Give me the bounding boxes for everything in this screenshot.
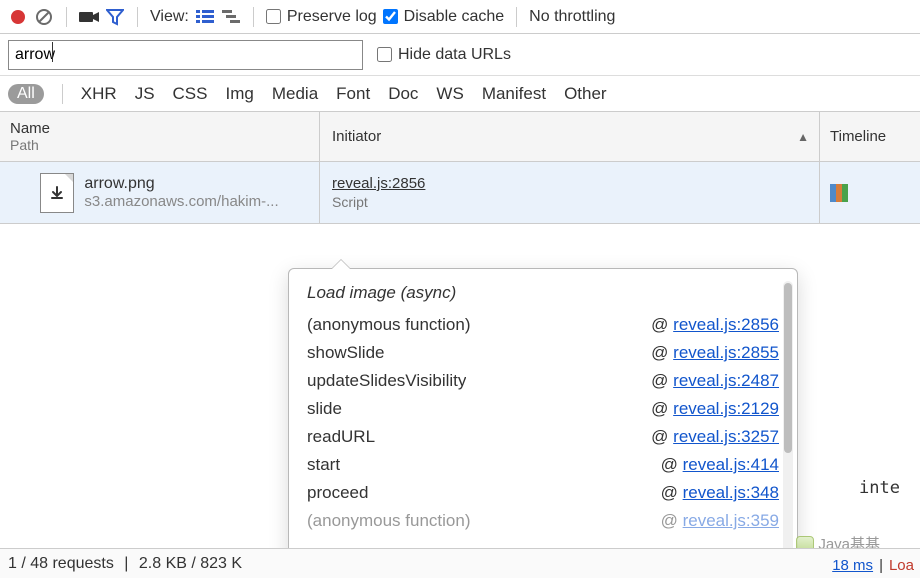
clear-icon[interactable]	[34, 7, 54, 27]
separator	[253, 7, 254, 27]
status-separator: |	[879, 557, 883, 574]
type-filter-img[interactable]: Img	[226, 84, 254, 104]
disable-cache-label: Disable cache	[404, 8, 505, 26]
view-label: View:	[150, 8, 189, 26]
file-type-icon	[40, 173, 74, 213]
scrollbar[interactable]	[783, 281, 793, 565]
stack-link[interactable]: reveal.js:2855	[673, 343, 779, 362]
stack-link[interactable]: reveal.js:2487	[673, 371, 779, 390]
throttling-select[interactable]: No throttling	[529, 8, 615, 26]
stack-frame: (anonymous function) @ reveal.js:2856	[307, 311, 779, 339]
status-bar: 1 / 48 requests | 2.8 KB / 823 K 18 ms |…	[0, 548, 920, 578]
disable-cache-checkbox[interactable]: Disable cache	[383, 8, 505, 26]
stack-fn: showSlide	[307, 343, 385, 363]
disable-cache-input[interactable]	[383, 9, 398, 24]
separator	[66, 7, 67, 27]
stack-fn: start	[307, 455, 340, 475]
type-filter-ws[interactable]: WS	[436, 84, 463, 104]
type-filter-media[interactable]: Media	[272, 84, 318, 104]
type-filter-font[interactable]: Font	[336, 84, 370, 104]
filter-input[interactable]	[8, 40, 363, 70]
type-filter-js[interactable]: JS	[135, 84, 155, 104]
request-list: arrow.png s3.amazonaws.com/hakim-... rev…	[0, 162, 920, 224]
header-initiator: Initiator	[332, 128, 381, 145]
column-timeline[interactable]: Timeline	[820, 112, 920, 161]
column-name[interactable]: Name Path	[0, 112, 320, 161]
separator	[516, 7, 517, 27]
preserve-log-input[interactable]	[266, 9, 281, 24]
hide-data-urls-label: Hide data URLs	[398, 46, 511, 64]
status-requests: 1 / 48 requests	[8, 555, 114, 573]
stack-link[interactable]: reveal.js:348	[683, 483, 779, 502]
stack-fn: (anonymous function)	[307, 511, 470, 531]
stack-frame: updateSlidesVisibility @ reveal.js:2487	[307, 367, 779, 395]
network-toolbar: View: Preserve log Disable cache No thro…	[0, 0, 920, 34]
type-filter-all[interactable]: All	[8, 84, 44, 104]
truncated-text: inte	[859, 478, 900, 498]
stack-frame: (anonymous function) @ reveal.js:359	[307, 507, 779, 535]
scrollbar-thumb[interactable]	[784, 283, 792, 453]
camera-icon[interactable]	[79, 7, 99, 27]
separator	[62, 84, 63, 104]
stack-link[interactable]: reveal.js:3257	[673, 427, 779, 446]
stack-frame: showSlide @ reveal.js:2855	[307, 339, 779, 367]
preserve-log-label: Preserve log	[287, 8, 377, 26]
waterfall-view-icon[interactable]	[221, 7, 241, 27]
status-separator: |	[120, 555, 133, 573]
stack-frame: proceed @ reveal.js:348	[307, 479, 779, 507]
stack-link[interactable]: reveal.js:2856	[673, 315, 779, 334]
request-row[interactable]: arrow.png s3.amazonaws.com/hakim-... rev…	[0, 162, 920, 224]
record-icon[interactable]	[8, 7, 28, 27]
type-filter-other[interactable]: Other	[564, 84, 607, 104]
stack-link[interactable]: reveal.js:359	[683, 511, 779, 530]
column-headers: Name Path Initiator ▲ Timeline	[0, 112, 920, 162]
status-size: 2.8 KB / 823 K	[139, 555, 242, 573]
stack-fn: proceed	[307, 483, 368, 503]
filter-row: Hide data URLs	[0, 34, 920, 76]
header-name: Name	[10, 120, 309, 137]
stack-link[interactable]: reveal.js:414	[683, 455, 779, 474]
status-load: Loa	[889, 557, 914, 574]
sort-asc-icon: ▲	[797, 130, 809, 144]
status-time[interactable]: 18 ms	[832, 557, 873, 574]
type-filter-doc[interactable]: Doc	[388, 84, 418, 104]
stack-fn: slide	[307, 399, 342, 419]
stack-fn: updateSlidesVisibility	[307, 371, 466, 391]
hide-data-urls-input[interactable]	[377, 47, 392, 62]
type-filter-bar: All XHR JS CSS Img Media Font Doc WS Man…	[0, 76, 920, 112]
large-rows-icon[interactable]	[195, 7, 215, 27]
request-name: arrow.png	[84, 175, 278, 193]
stack-frame: slide @ reveal.js:2129	[307, 395, 779, 423]
initiator-link[interactable]: reveal.js:2856	[332, 175, 425, 192]
stack-link[interactable]: reveal.js:2129	[673, 399, 779, 418]
preserve-log-checkbox[interactable]: Preserve log	[266, 8, 377, 26]
request-host: s3.amazonaws.com/hakim-...	[84, 193, 278, 210]
hide-data-urls-checkbox[interactable]: Hide data URLs	[377, 46, 511, 64]
type-filter-manifest[interactable]: Manifest	[482, 84, 546, 104]
timeline-bar	[830, 183, 848, 203]
initiator-type: Script	[332, 194, 368, 210]
header-timeline: Timeline	[830, 128, 886, 145]
initiator-callstack-popover: Load image (async) (anonymous function) …	[288, 268, 798, 578]
stack-fn: readURL	[307, 427, 375, 447]
type-filter-css[interactable]: CSS	[173, 84, 208, 104]
stack-frame: readURL @ reveal.js:3257	[307, 423, 779, 451]
type-filter-xhr[interactable]: XHR	[81, 84, 117, 104]
filter-icon[interactable]	[105, 7, 125, 27]
separator	[137, 7, 138, 27]
stack-fn: (anonymous function)	[307, 315, 470, 335]
header-path: Path	[10, 137, 309, 153]
stack-frame: start @ reveal.js:414	[307, 451, 779, 479]
column-initiator[interactable]: Initiator ▲	[320, 112, 820, 161]
popover-title: Load image (async)	[307, 283, 779, 303]
